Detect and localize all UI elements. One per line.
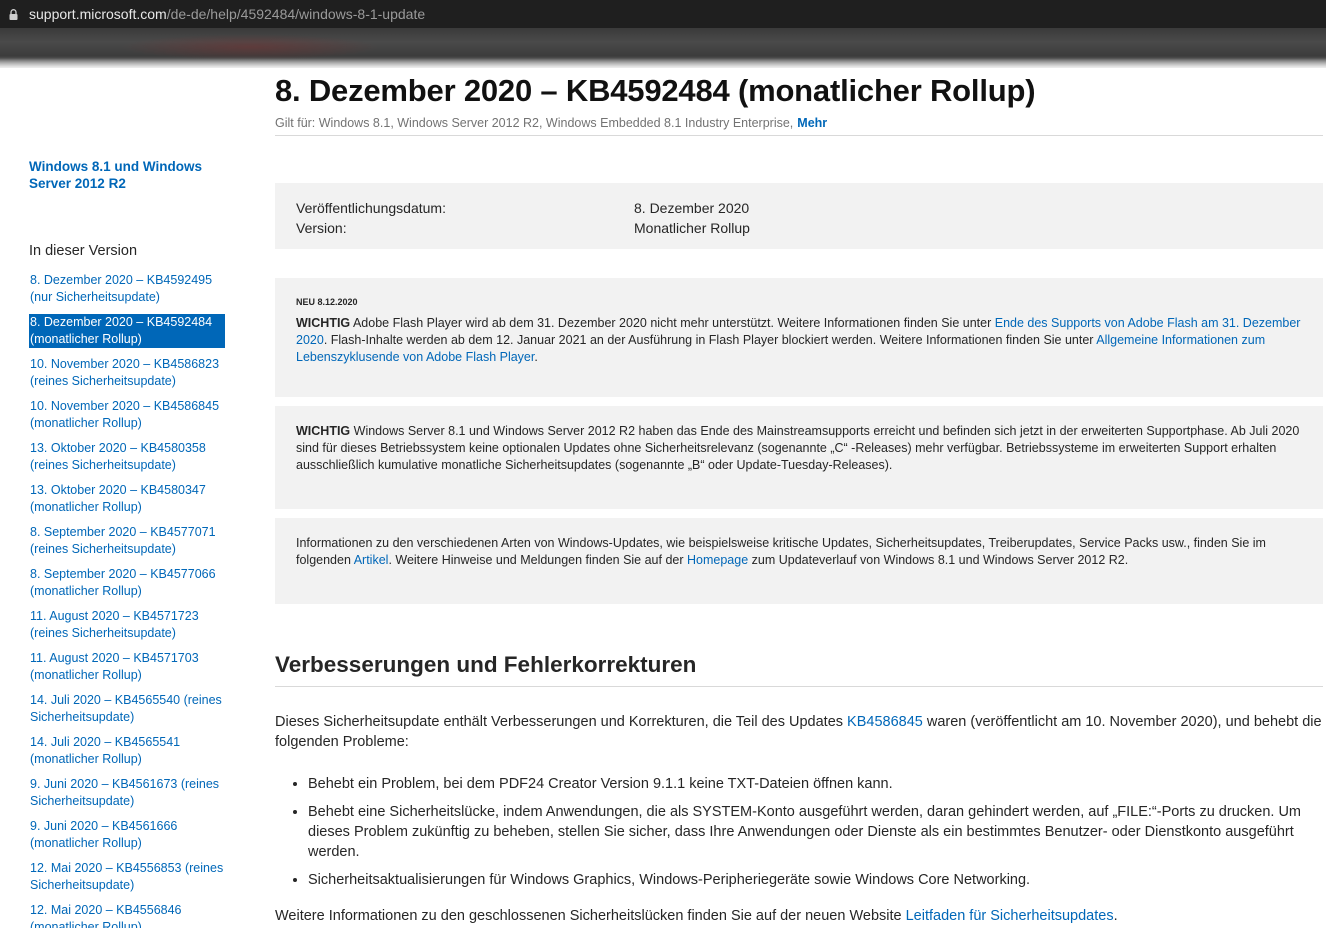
sidebar-nav: Windows 8.1 und Windows Server 2012 R2 I… (29, 158, 229, 928)
notice-update-types-text: Informationen zu den verschiedenen Arten… (296, 536, 1266, 567)
notice-flash: NEU 8.12.2020 WICHTIG Adobe Flash Player… (275, 278, 1323, 397)
version-value: Monatlicher Rollup (634, 220, 750, 236)
sidebar-section-heading: In dieser Version (29, 243, 138, 259)
intro-paragraph: Dieses Sicherheitsupdate enthält Verbess… (275, 714, 1322, 750)
fix-list: Behebt ein Problem, bei dem PDF24 Creato… (275, 774, 1323, 890)
new-tag: NEU 8.12.2020 (296, 297, 358, 307)
section-heading: Verbesserungen und Fehlerkorrekturen (275, 652, 1323, 687)
page-title: 8. Dezember 2020 – KB4592484 (monatliche… (275, 73, 1036, 108)
article: 8. Dezember 2020 – KB4592484 (monatliche… (275, 68, 1323, 926)
applies-to-text: Gilt für: Windows 8.1, Windows Server 20… (275, 116, 794, 130)
sidebar-item[interactable]: 9. Juni 2020 – KB4561673 (reines Sicherhe… (29, 776, 229, 818)
sidebar-item[interactable]: 12. Mai 2020 – KB4556853 (reines Sicherhe… (29, 860, 229, 902)
sidebar-list: 8. Dezember 2020 – KB4592495 (nur Sicherh… (29, 272, 229, 928)
notice-extended-support: WICHTIG Windows Server 8.1 und Windows S… (275, 406, 1323, 509)
info-row-date: Veröffentlichungsdatum: 8. Dezember 2020 (296, 198, 1303, 218)
sidebar-title-link[interactable]: Windows 8.1 und Windows Server 2012 R2 (29, 158, 229, 192)
sidebar-item[interactable]: 11. August 2020 – KB4571723 (reines Siche… (29, 608, 229, 650)
sidebar-item[interactable]: 13. Oktober 2020 – KB4580358 (reines Sich… (29, 440, 229, 482)
sidebar-item[interactable]: 8. Dezember 2020 – KB4592495 (nur Sicherh… (29, 272, 229, 314)
kb-link[interactable]: KB4586845 (847, 714, 923, 730)
date-label: Veröffentlichungsdatum: (296, 200, 446, 216)
sidebar-item[interactable]: 10. November 2020 – KB4586823 (reines Sic… (29, 356, 229, 398)
outro-paragraph: Weitere Informationen zu den geschlossen… (275, 908, 1118, 924)
sidebar-item[interactable]: 8. September 2020 – KB4577066 (monatliche… (29, 566, 229, 608)
release-info-table: Veröffentlichungsdatum: 8. Dezember 2020… (275, 183, 1323, 249)
sidebar-item[interactable]: 14. Juli 2020 – KB4565540 (reines Sicherh… (29, 692, 229, 734)
url-text[interactable]: support.microsoft.com/de-de/help/4592484… (29, 6, 425, 22)
sidebar-item[interactable]: 9. Juni 2020 – KB4561666 (monatlicher Rol… (29, 818, 229, 860)
sidebar-item[interactable]: 13. Oktober 2020 – KB4580347 (monatlicher… (29, 482, 229, 524)
list-item: Behebt eine Sicherheitslücke, indem Anwe… (308, 802, 1323, 862)
article-link[interactable]: Artikel (354, 553, 389, 567)
sidebar-item[interactable]: 12. Mai 2020 – KB4556846 (monatlicher Rol… (29, 902, 229, 928)
address-bar[interactable]: support.microsoft.com/de-de/help/4592484… (0, 0, 1326, 28)
notice-extended-support-text: WICHTIG Windows Server 8.1 und Windows S… (296, 424, 1300, 472)
more-link[interactable]: Mehr (797, 116, 827, 130)
notice-flash-text: WICHTIG Adobe Flash Player wird ab dem 3… (296, 316, 1301, 364)
version-label: Version: (296, 220, 347, 236)
sidebar-item-active[interactable]: 8. Dezember 2020 – KB4592484 (monatlicher… (29, 314, 225, 348)
info-row-version: Version: Monatlicher Rollup (296, 218, 1303, 238)
blurred-site-header (0, 28, 1326, 68)
sidebar-item[interactable]: 11. August 2020 – KB4571703 (monatlicher … (29, 650, 229, 692)
date-value: 8. Dezember 2020 (634, 200, 750, 216)
homepage-link[interactable]: Homepage (687, 553, 748, 567)
security-guide-link[interactable]: Leitfaden für Sicherheitsupdates (906, 908, 1114, 924)
sidebar-item[interactable]: 10. November 2020 – KB4586845 (monatliche… (29, 398, 229, 440)
important-label: WICHTIG (296, 316, 351, 330)
important-label: WICHTIG (296, 424, 351, 438)
applies-to: Gilt für: Windows 8.1, Windows Server 20… (275, 116, 1323, 136)
sidebar-item[interactable]: 14. Juli 2020 – KB4565541 (monatlicher Ro… (29, 734, 229, 776)
list-item: Behebt ein Problem, bei dem PDF24 Creato… (308, 774, 1323, 794)
list-item: Sicherheitsaktualisierungen für Windows … (308, 870, 1323, 890)
lock-icon[interactable] (9, 8, 18, 20)
sidebar-item[interactable]: 8. September 2020 – KB4577071 (reines Sic… (29, 524, 229, 566)
notice-update-types: Informationen zu den verschiedenen Arten… (275, 518, 1323, 604)
